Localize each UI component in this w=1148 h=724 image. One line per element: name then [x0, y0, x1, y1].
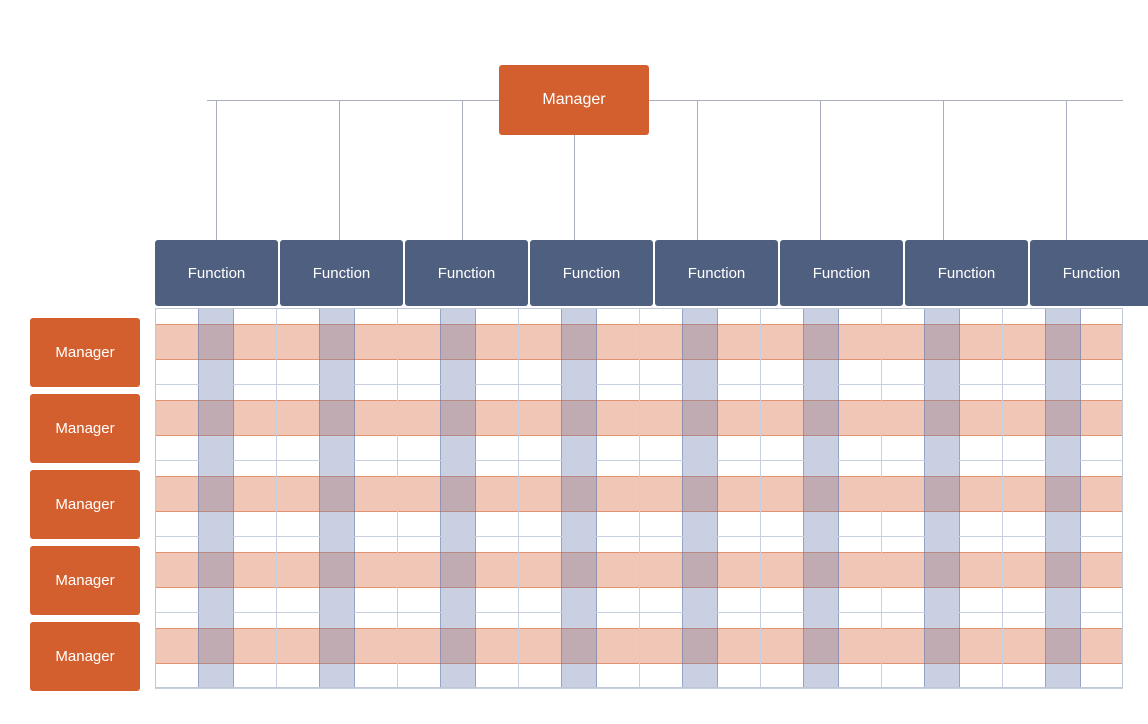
function-label-7: Function	[1063, 265, 1121, 282]
function-label-3: Function	[563, 265, 621, 282]
function-label-5: Function	[813, 265, 871, 282]
manager-label-2: Manager	[55, 496, 114, 513]
grid-vline-4	[639, 308, 640, 688]
function-box-3: Function	[530, 240, 653, 306]
vline-2	[462, 100, 463, 240]
vline-4	[697, 100, 698, 240]
v-stripe-3	[561, 308, 597, 688]
managers-column: Manager Manager Manager Manager Manager	[30, 318, 140, 698]
grid-vline-2	[397, 308, 398, 688]
function-box-2: Function	[405, 240, 528, 306]
v-stripe-6	[924, 308, 960, 688]
function-label-4: Function	[688, 265, 746, 282]
function-box-6: Function	[905, 240, 1028, 306]
vline-5	[820, 100, 821, 240]
manager-box-0: Manager	[30, 318, 140, 387]
v-stripe-0	[198, 308, 234, 688]
function-box-7: Function	[1030, 240, 1148, 306]
v-stripe-5	[803, 308, 839, 688]
grid-vline-8	[1122, 308, 1123, 688]
grid-area	[155, 308, 1123, 688]
grid-vline-0	[155, 308, 156, 688]
manager-label-0: Manager	[55, 344, 114, 361]
manager-label-4: Manager	[55, 648, 114, 665]
v-stripe-1	[319, 308, 355, 688]
grid-vline-1	[276, 308, 277, 688]
grid-vline-7	[1002, 308, 1003, 688]
function-label-2: Function	[438, 265, 496, 282]
manager-label-1: Manager	[55, 420, 114, 437]
grid-vline-5	[760, 308, 761, 688]
v-stripe-4	[682, 308, 718, 688]
vline-0	[216, 100, 217, 240]
vline-7	[1066, 100, 1067, 240]
function-label-0: Function	[188, 265, 246, 282]
manager-label-3: Manager	[55, 572, 114, 589]
function-label-1: Function	[313, 265, 371, 282]
v-stripe-2	[440, 308, 476, 688]
function-box-0: Function	[155, 240, 278, 306]
grid-vline-3	[518, 308, 519, 688]
grid-vline-6	[881, 308, 882, 688]
function-box-5: Function	[780, 240, 903, 306]
function-label-6: Function	[938, 265, 996, 282]
manager-box-2: Manager	[30, 470, 140, 539]
vline-6	[943, 100, 944, 240]
vline-1	[339, 100, 340, 240]
grid-hline-5	[155, 688, 1123, 689]
function-box-4: Function	[655, 240, 778, 306]
manager-box-3: Manager	[30, 546, 140, 615]
top-manager-box: Manager	[499, 65, 649, 135]
function-box-1: Function	[280, 240, 403, 306]
functions-row: Function Function Function Function Func…	[155, 240, 1148, 306]
manager-box-1: Manager	[30, 394, 140, 463]
manager-box-4: Manager	[30, 622, 140, 691]
top-horizontal-line	[207, 100, 1123, 101]
top-manager-label: Manager	[542, 91, 605, 109]
v-stripe-7	[1045, 308, 1081, 688]
diagram-container: Manager Function Function Function Funct…	[0, 0, 1148, 724]
